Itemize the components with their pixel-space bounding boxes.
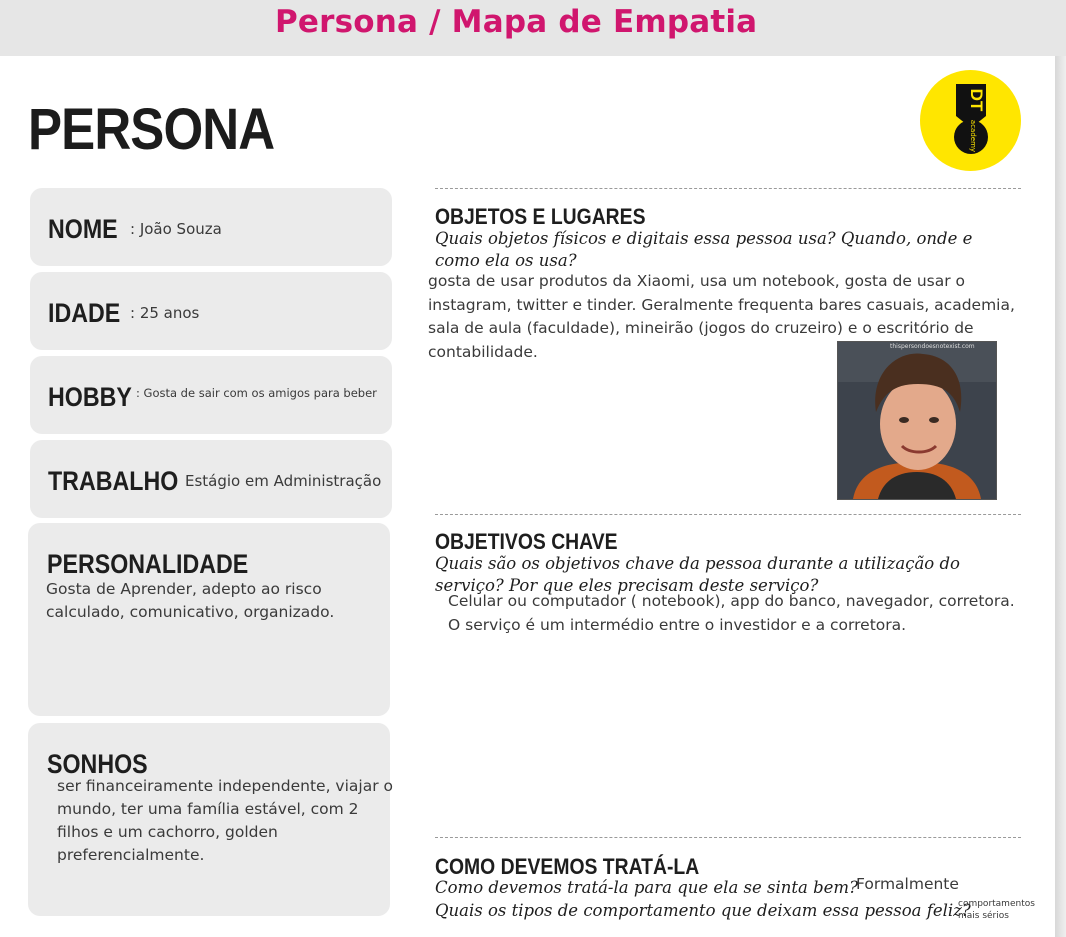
personalidade-value: Gosta de Aprender, adepto ao risco calcu… xyxy=(46,580,335,621)
idade-value: : 25 anos xyxy=(130,304,200,322)
card-sonhos: SONHOS ser financeiramente independente,… xyxy=(28,723,393,916)
divider-objetos xyxy=(435,188,1021,189)
logo-dt-text: DT xyxy=(967,89,986,112)
hobby-label: HOBBY xyxy=(48,382,132,412)
objetivos-title: OBJETIVOS CHAVE xyxy=(435,529,618,554)
dt-academy-logo-icon: DT academy xyxy=(954,84,988,154)
objetos-question: Quais objetos físicos e digitais essa pe… xyxy=(435,229,973,270)
tratar-answer: Formalmente xyxy=(856,875,959,893)
card-personalidade: PERSONALIDADE Gosta de Aprender, adepto … xyxy=(28,523,390,716)
logo-academy-text: academy xyxy=(969,120,977,152)
divider-objetivos xyxy=(435,514,1021,515)
card-nome: NOME : João Souza xyxy=(30,188,392,266)
hobby-value: : Gosta de sair com os amigos para beber xyxy=(136,386,377,400)
dt-academy-logo: DT academy xyxy=(920,70,1021,171)
card-hobby: HOBBY : Gosta de sair com os amigos para… xyxy=(30,356,392,434)
trabalho-value: Estágio em Administração xyxy=(185,472,382,490)
persona-face-image xyxy=(838,342,996,499)
persona-title: PERSONA xyxy=(28,97,275,162)
tratar-note: comportamentos mais sérios xyxy=(958,899,1035,921)
persona-photo: thispersondoesnotexist.com xyxy=(837,341,997,500)
card-trabalho: TRABALHO Estágio em Administração xyxy=(30,440,392,518)
page-header-title: Persona / Mapa de Empatia xyxy=(275,4,758,40)
card-idade: IDADE : 25 anos xyxy=(30,272,392,350)
tratar-question-1: Como devemos tratá-la para que ela se si… xyxy=(435,878,858,897)
sonhos-value: ser financeiramente independente, viajar… xyxy=(57,777,393,864)
trabalho-label: TRABALHO xyxy=(48,466,179,496)
nome-label: NOME xyxy=(48,214,118,244)
personalidade-label: PERSONALIDADE xyxy=(47,549,249,579)
divider-tratar xyxy=(435,837,1021,838)
top-bar: Persona / Mapa de Empatia xyxy=(0,0,1066,56)
objetivos-answer: Celular ou computador ( notebook), app d… xyxy=(448,592,1015,634)
slide-shadow xyxy=(1055,56,1066,937)
photo-watermark: thispersondoesnotexist.com xyxy=(890,343,975,350)
objetos-title: OBJETOS E LUGARES xyxy=(435,204,646,229)
tratar-question-2: Quais os tipos de comportamento que deix… xyxy=(435,901,971,920)
idade-label: IDADE xyxy=(48,298,121,328)
nome-value: : João Souza xyxy=(130,220,222,238)
